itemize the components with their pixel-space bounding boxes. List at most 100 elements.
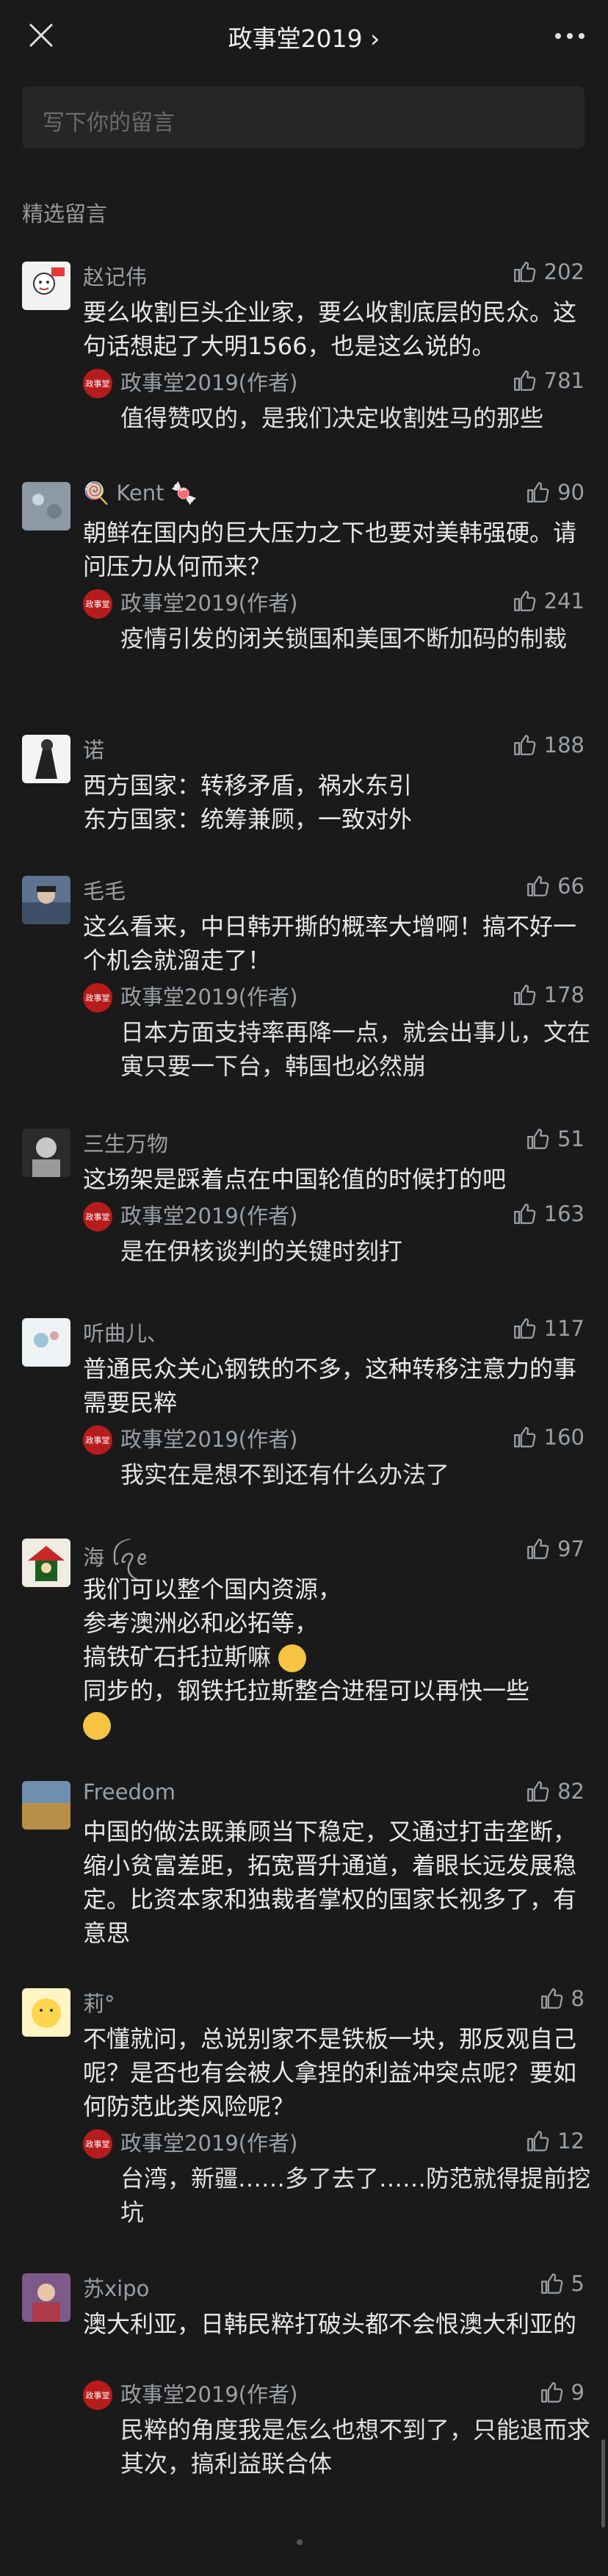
author-avatar: 政事堂 (83, 2381, 112, 2410)
reply-text: 我实在是想不到还有什么办法了 (120, 1461, 450, 1489)
thumb-up-icon (525, 480, 550, 505)
reply-text: 值得赞叹的，是我们决定收割姓马的那些 (120, 404, 544, 432)
like-button[interactable]: 9 (539, 2378, 585, 2407)
reply-author: 政事堂2019(作者) (120, 1427, 298, 1452)
comment-input[interactable]: 写下你的留言 (22, 87, 585, 148)
thumb-up-icon (525, 874, 550, 899)
author-avatar: 政事堂 (83, 1425, 112, 1455)
thumb-up-icon (539, 1986, 564, 2011)
avatar[interactable] (22, 2273, 70, 2322)
like-count: 781 (543, 368, 585, 393)
like-button[interactable]: 5 (539, 2269, 585, 2298)
like-count: 90 (557, 480, 585, 505)
thumb-up-icon (512, 1201, 537, 1226)
comment-text: 普通民众关心钢铁的不多，这种转移注意力的事需要民粹 (83, 1355, 577, 1417)
author-avatar: 政事堂 (83, 589, 112, 619)
smirk-emoji-icon (83, 1712, 111, 1740)
author-avatar: 政事堂 (83, 1202, 112, 1231)
like-button[interactable]: 51 (525, 1124, 585, 1154)
avatar[interactable] (22, 735, 70, 783)
like-button[interactable]: 8 (539, 1984, 585, 2013)
like-button[interactable]: 178 (512, 980, 585, 1010)
avatar[interactable] (22, 876, 70, 924)
like-button[interactable]: 82 (525, 1777, 585, 1806)
comment-line: 同步的，钢铁托拉斯整合进程可以再快一些 (83, 1677, 530, 1705)
avatar[interactable] (22, 1318, 70, 1367)
thumb-up-icon (539, 2271, 564, 2296)
like-button[interactable]: 241 (512, 586, 585, 616)
like-button[interactable]: 66 (525, 871, 585, 901)
like-count: 117 (543, 1316, 585, 1341)
like-button[interactable]: 90 (525, 478, 585, 507)
like-count: 241 (543, 589, 585, 614)
reply-text: 是在伊核谈判的关键时刻打 (120, 1237, 403, 1265)
like-count: 12 (557, 2129, 585, 2154)
like-button[interactable]: 117 (512, 1314, 585, 1343)
reply-text: 台湾，新疆……多了去了……防范就得提前挖坑 (120, 2165, 591, 2226)
thumb-up-icon (525, 1536, 550, 1561)
like-count: 8 (571, 1986, 585, 2011)
comment-line: 参考澳洲必和必拓等， (83, 1609, 319, 1637)
scrollbar[interactable] (601, 2439, 605, 2528)
comment-text: 澳大利亚，日韩民粹打破头都不会恨澳大利亚的 (83, 2310, 577, 2338)
like-count: 5 (571, 2271, 585, 2296)
like-count: 9 (571, 2380, 585, 2405)
comment-author[interactable]: 莉° (83, 1987, 115, 2018)
like-button[interactable]: 202 (512, 257, 585, 287)
reply-author: 政事堂2019(作者) (120, 2382, 298, 2407)
thumb-up-icon (512, 733, 537, 758)
reply-text: 民粹的角度我是怎么也想不到了，只能退而求其次，搞利益联合体 (120, 2416, 591, 2478)
comment-author[interactable]: 赵记伟 (83, 260, 147, 291)
thumb-up-icon (512, 589, 537, 614)
like-count: 160 (543, 1425, 585, 1450)
comment-author[interactable]: 三生万物 (83, 1127, 168, 1158)
thumb-up-icon (512, 982, 537, 1007)
comment-text: 朝鲜在国内的巨大压力之下也要对美韩强硬。请问压力从何而来？ (83, 519, 577, 580)
avatar[interactable] (22, 262, 70, 310)
page-indicator (297, 2539, 303, 2545)
top-nav-bar: 政事堂2019 › (0, 0, 608, 71)
comment-author[interactable]: 苏xipo (83, 2272, 149, 2303)
like-count: 188 (543, 733, 585, 758)
avatar[interactable] (22, 1129, 70, 1177)
reply-author: 政事堂2019(作者) (120, 2131, 298, 2156)
comment-line: 我们可以整个国内资源， (83, 1575, 342, 1603)
avatar[interactable] (22, 1539, 70, 1587)
like-button[interactable]: 160 (512, 1422, 585, 1452)
comment-line-text: 搞铁矿石托拉斯嘛 (83, 1643, 272, 1671)
comment-author[interactable]: 诺 (83, 733, 104, 764)
author-avatar: 政事堂 (83, 2129, 112, 2159)
comment-text: 中国的做法既兼顾当下稳定，又通过打击垄断，缩小贫富差距，拓宽晋升通道，着眼长远发… (83, 1818, 577, 1947)
reply-text: 疫情引发的闭关锁国和美国不断加码的制裁 (120, 625, 568, 652)
comment-text: 要么收割巨头企业家，要么收割底层的民众。这句话想起了大明1566，也是这么说的。 (83, 298, 577, 360)
like-button[interactable]: 163 (512, 1199, 585, 1228)
comment-text: 这场架是踩着点在中国轮值的时候打的吧 (83, 1165, 507, 1193)
reply-author: 政事堂2019(作者) (120, 591, 298, 616)
like-button[interactable]: 781 (512, 366, 585, 395)
like-button[interactable]: 97 (525, 1534, 585, 1564)
like-count: 163 (543, 1201, 585, 1226)
more-icon[interactable] (551, 25, 589, 47)
comment-text: 这么看来，中日韩开撕的概率大增啊！搞不好一个机会就溜走了！ (83, 913, 577, 974)
comment-author[interactable]: 毛毛 (83, 874, 126, 905)
reply-text: 日本方面支持率再降一点，就会出事儿，文在寅只要一下台，韩国也必然崩 (120, 1018, 591, 1080)
like-button[interactable]: 188 (512, 730, 585, 760)
like-count: 97 (557, 1536, 585, 1561)
comment-text: 西方国家：转移矛盾，祸水东引 东方国家：统筹兼顾，一致对外 (83, 769, 590, 836)
like-button[interactable]: 12 (525, 2126, 585, 2156)
like-count: 82 (557, 1779, 585, 1804)
comment-author[interactable]: 🍭 Kent 🍬 (83, 481, 198, 506)
like-count: 51 (557, 1126, 585, 1151)
comment-author[interactable]: Freedom (83, 1780, 175, 1805)
comment-text: 我们可以整个国内资源， 参考澳洲必和必拓等， 搞铁矿石托拉斯嘛 同步的，钢铁托拉… (83, 1572, 590, 1741)
thumb-up-icon (512, 1425, 537, 1450)
thumb-up-icon (525, 2129, 550, 2154)
page-title[interactable]: 政事堂2019 › (0, 19, 608, 54)
avatar[interactable] (22, 1781, 70, 1830)
author-avatar: 政事堂 (83, 983, 112, 1012)
comment-line (83, 1708, 590, 1741)
avatar[interactable] (22, 1988, 70, 2037)
avatar[interactable] (22, 482, 70, 530)
comment-author[interactable]: 听曲儿、 (83, 1317, 168, 1348)
thumb-up-icon (512, 368, 537, 393)
